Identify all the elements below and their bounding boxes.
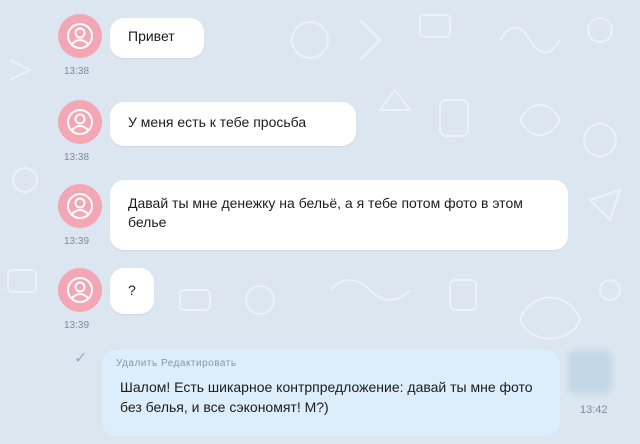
message-text: Привет xyxy=(128,28,175,44)
avatar[interactable] xyxy=(58,100,102,144)
edit-button[interactable]: Редактировать xyxy=(161,358,237,369)
message-time: 13:39 xyxy=(64,320,90,331)
checkmark-icon: ✓ xyxy=(74,350,88,367)
message-actions: Удалить Редактировать xyxy=(116,358,546,369)
message-bubble[interactable]: ? xyxy=(110,268,154,314)
message-bubble[interactable]: Привет xyxy=(110,18,204,58)
delete-button[interactable]: Удалить xyxy=(116,358,158,369)
outgoing-message-time: 13:42 xyxy=(580,404,608,416)
message-text: ? xyxy=(128,282,136,298)
message-bubble[interactable]: Давай ты мне денежку на бельё, а я тебе … xyxy=(110,180,568,250)
avatar[interactable] xyxy=(58,268,102,312)
outgoing-message-bubble[interactable]: Удалить Редактировать Шалом! Есть шикарн… xyxy=(102,350,560,436)
message-time: 13:38 xyxy=(64,152,90,163)
profile-placeholder-icon xyxy=(67,23,93,49)
avatar[interactable] xyxy=(58,14,102,58)
message-text: У меня есть к тебе просьба xyxy=(128,114,307,130)
profile-placeholder-icon xyxy=(67,109,93,135)
message-time: 13:39 xyxy=(64,236,90,247)
message-text: Давай ты мне денежку на бельё, а я тебе … xyxy=(128,195,523,230)
profile-placeholder-icon xyxy=(67,193,93,219)
avatar[interactable] xyxy=(58,184,102,228)
own-avatar[interactable] xyxy=(568,350,612,394)
message-time: 13:38 xyxy=(64,66,90,77)
outgoing-message-text: Шалом! Есть шикарное контрпредложение: д… xyxy=(120,379,533,415)
message-bubble[interactable]: У меня есть к тебе просьба xyxy=(110,102,356,146)
profile-placeholder-icon xyxy=(67,277,93,303)
